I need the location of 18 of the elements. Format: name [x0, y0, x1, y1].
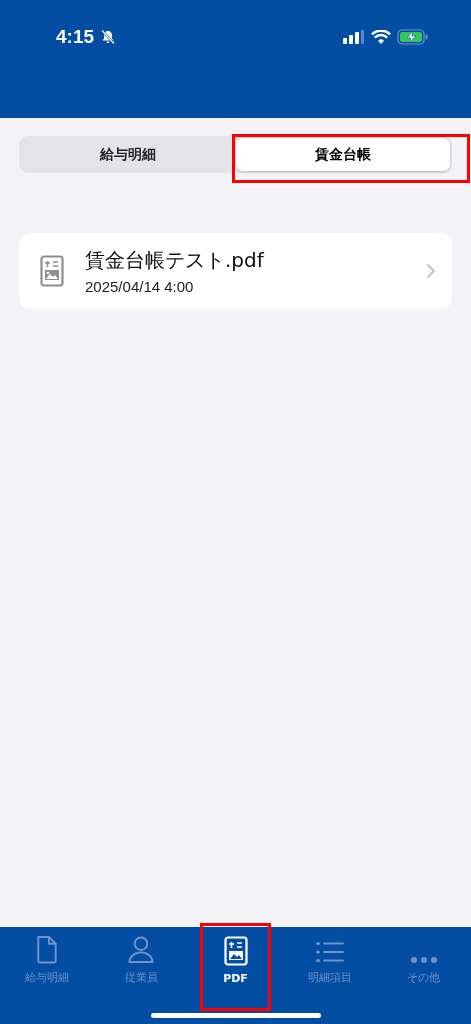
wifi-icon	[371, 30, 391, 44]
segment-tab[interactable]: 賃金台帳	[235, 138, 450, 171]
battery-charging-icon	[397, 29, 429, 45]
file-name: 賃金台帳テスト.pdf	[85, 247, 266, 274]
file-row[interactable]: 賃金台帳テスト.pdf 2025/04/14 4:00	[19, 233, 452, 309]
file-date: 2025/04/14 4:00	[85, 278, 195, 295]
document-icon	[35, 935, 60, 964]
tab-bar-item[interactable]: PDF	[219, 935, 252, 985]
document-image-icon	[40, 255, 64, 287]
more-icon	[409, 956, 438, 964]
muted-bell-icon	[100, 29, 117, 45]
person-icon	[127, 935, 156, 964]
segment-tab[interactable]: 給与明細	[21, 138, 236, 171]
list-icon	[315, 940, 344, 964]
chevron-right-icon	[426, 263, 436, 279]
status-time: 4:15	[56, 26, 95, 48]
signal-icon	[343, 30, 365, 44]
document-image-icon	[223, 936, 248, 966]
